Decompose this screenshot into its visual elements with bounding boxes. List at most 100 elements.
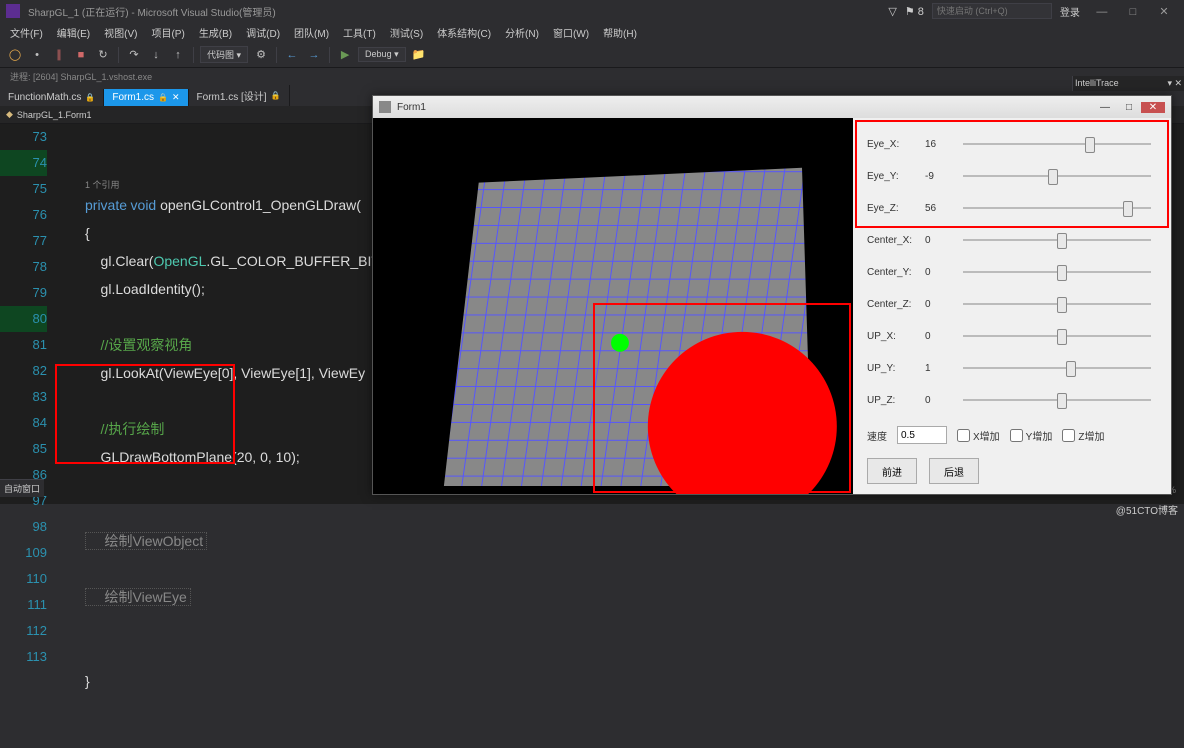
close-button[interactable]: ✕ [1150,5,1178,18]
form1-titlebar[interactable]: Form1 — □ ✕ [373,96,1171,118]
forward-button[interactable]: 前进 [867,458,917,484]
speed-input[interactable] [897,426,947,444]
slider-value: 0 [925,331,949,342]
nav-fwd-icon[interactable]: • [28,46,46,64]
slider-value: 1 [925,363,949,374]
watermark: @51CTO博客 [1116,502,1178,517]
slider-track[interactable] [963,207,1151,209]
slider-track[interactable] [963,303,1151,305]
slider-track[interactable] [963,143,1151,145]
check-z[interactable]: Z增加 [1062,428,1104,443]
pause-icon[interactable]: ∥ [50,46,68,64]
control-panel: Eye_X:16Eye_Y:-9Eye_Z:56Center_X:0Center… [853,118,1171,494]
titlebar: SharpGL_1 (正在运行) - Microsoft Visual Stud… [0,0,1184,22]
step-into-icon[interactable]: ↓ [147,46,165,64]
slider-track[interactable] [963,367,1151,369]
login-link[interactable]: 登录 [1060,4,1080,19]
play-icon[interactable]: ▶ [336,46,354,64]
restart-icon[interactable]: ↻ [94,46,112,64]
slider-label: UP_X: [867,331,917,342]
collapsed-region[interactable]: 绘制ViewEye [85,588,191,606]
slider-thumb[interactable] [1057,393,1067,409]
line-gutter: 73 74 75 76 77 78 79 80 81 82 83 84 85 8… [0,124,55,504]
slider-thumb[interactable] [1123,201,1133,217]
minimize-button[interactable]: — [1088,6,1116,18]
slider-value: 0 [925,235,949,246]
slider-centerz: Center_Z: 0 [867,288,1157,320]
window-title: SharpGL_1 (正在运行) - Microsoft Visual Stud… [28,4,888,19]
slider-thumb[interactable] [1048,169,1058,185]
close-icon[interactable]: ✕ [172,92,180,103]
slider-track[interactable] [963,175,1151,177]
slider-track[interactable] [963,271,1151,273]
slider-track[interactable] [963,399,1151,401]
menu-team[interactable]: 团队(M) [288,23,335,42]
menu-test[interactable]: 测试(S) [384,23,429,42]
maximize-button[interactable]: □ [1119,6,1147,18]
slider-thumb[interactable] [1066,361,1076,377]
tool-icon[interactable]: ⚙ [252,46,270,64]
tab-functionmath[interactable]: FunctionMath.cs 🔒 [0,89,104,106]
form1-window: Form1 — □ ✕ Eye_X:16Eye_Y:-9Eye_Z:56Cent… [372,95,1172,495]
quick-launch-input[interactable] [932,3,1052,19]
menu-window[interactable]: 窗口(W) [547,23,595,42]
menu-view[interactable]: 视图(V) [98,23,143,42]
intellitrace-pane[interactable]: IntelliTrace ▾ ✕ [1072,76,1184,91]
form1-minimize[interactable]: — [1093,102,1117,113]
tab-form1-cs[interactable]: Form1.cs 🔒 ✕ [104,89,188,106]
class-icon: ◆ [6,109,13,120]
class-name: SharpGL_1.Form1 [17,110,92,120]
form1-close[interactable]: ✕ [1141,102,1165,113]
slider-label: Center_X: [867,235,917,246]
menu-build[interactable]: 生成(B) [193,23,238,42]
config-dropdown[interactable]: Debug ▾ [358,47,406,62]
tab-form1-design[interactable]: Form1.cs [设计] 🔒 [189,85,290,106]
check-y[interactable]: Y增加 [1010,428,1053,443]
menu-project[interactable]: 项目(P) [145,23,190,42]
arrow-left-icon[interactable]: ← [283,46,301,64]
lock-icon: 🔒 [158,93,168,102]
slider-label: Center_Z: [867,299,917,310]
backward-button[interactable]: 后退 [929,458,979,484]
menu-edit[interactable]: 编辑(E) [51,23,96,42]
slider-label: Center_Y: [867,267,917,278]
form1-title-text: Form1 [397,102,426,113]
annotation-box [855,120,1169,228]
slider-value: 0 [925,395,949,406]
flag-icon[interactable]: ⚑ 8 [905,5,924,18]
slider-track[interactable] [963,335,1151,337]
slider-centery: Center_Y: 0 [867,256,1157,288]
slider-track[interactable] [963,239,1151,241]
slider-value: 0 [925,299,949,310]
check-x[interactable]: X增加 [957,428,1000,443]
tool2-icon[interactable]: 📁 [410,46,428,64]
lock-icon: 🔒 [271,91,281,100]
slider-thumb[interactable] [1057,329,1067,345]
menubar: 文件(F) 编辑(E) 视图(V) 项目(P) 生成(B) 调试(D) 团队(M… [0,22,1184,42]
notification-icon[interactable]: ▽ [888,5,896,18]
arrow-right-icon[interactable]: → [305,46,323,64]
annotation-box [593,303,851,493]
slider-thumb[interactable] [1057,297,1067,313]
menu-debug[interactable]: 调试(D) [240,23,286,42]
slider-thumb[interactable] [1057,265,1067,281]
step-out-icon[interactable]: ↑ [169,46,187,64]
slider-upz: UP_Z:0 [867,384,1157,416]
auto-window-tab[interactable]: 自动窗口 [0,479,44,497]
slider-value: 0 [925,267,949,278]
stop-icon[interactable]: ■ [72,46,90,64]
nav-back-icon[interactable]: ◯ [6,46,24,64]
menu-arch[interactable]: 体系结构(C) [431,23,497,42]
menu-analyze[interactable]: 分析(N) [499,23,545,42]
slider-thumb[interactable] [1057,233,1067,249]
opengl-canvas[interactable] [373,118,853,494]
slider-upx: UP_X: 0 [867,320,1157,352]
collapsed-region[interactable]: 绘制ViewObject [85,532,207,550]
menu-file[interactable]: 文件(F) [4,23,49,42]
menu-help[interactable]: 帮助(H) [597,23,643,42]
slider-thumb[interactable] [1085,137,1095,153]
form1-maximize[interactable]: □ [1117,102,1141,113]
codemap-dropdown[interactable]: 代码图 ▾ [200,46,248,63]
menu-tools[interactable]: 工具(T) [337,23,382,42]
step-over-icon[interactable]: ↷ [125,46,143,64]
